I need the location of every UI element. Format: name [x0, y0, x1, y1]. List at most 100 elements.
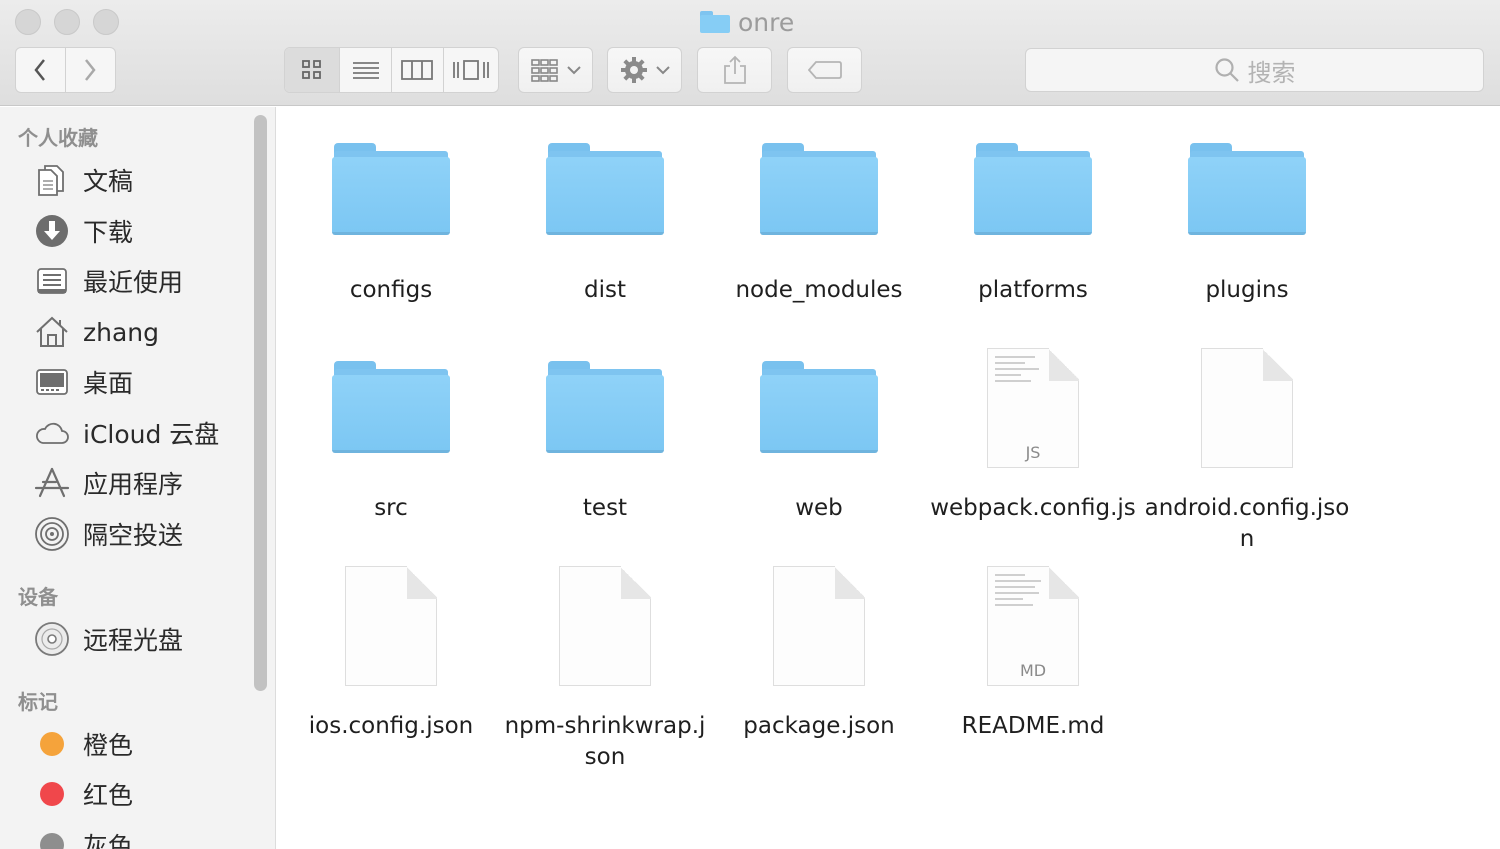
folder-icon: [760, 143, 878, 237]
sidebar-item-applications[interactable]: 应用程序: [33, 463, 183, 503]
search-placeholder: 搜索: [1247, 58, 1296, 87]
search-field[interactable]: 搜索: [1025, 48, 1484, 92]
window-title-text: onre: [738, 7, 795, 37]
file-name: platforms: [978, 277, 1088, 303]
documents-icon: [33, 161, 71, 199]
cloud-icon: [33, 414, 71, 452]
file-item[interactable]: npm-shrinkwrap.json: [498, 561, 712, 773]
favorites-heading: 个人收藏: [18, 126, 98, 150]
arrange-button[interactable]: [518, 47, 593, 93]
tags-heading: 标记: [18, 690, 58, 714]
file-item[interactable]: web: [712, 343, 926, 524]
sidebar-item-label: 文稿: [83, 167, 134, 196]
sidebar-item-label: 橙色: [83, 731, 134, 760]
file-item[interactable]: platforms: [926, 125, 1140, 306]
file-item[interactable]: test: [498, 343, 712, 524]
sidebar-tag-orange[interactable]: 橙色: [33, 724, 133, 764]
file-name: configs: [349, 277, 433, 303]
file-item[interactable]: ios.config.json: [284, 561, 498, 742]
file-name: webpack.config.js: [930, 495, 1136, 521]
file-name: web: [795, 495, 843, 521]
sidebar-item-icloud[interactable]: iCloud 云盘: [33, 413, 219, 453]
sidebar-item-label: 红色: [83, 781, 134, 810]
tag-icon: [807, 61, 842, 79]
icon-view-button[interactable]: [285, 48, 341, 92]
file-item[interactable]: plugins: [1140, 125, 1354, 306]
toolbar: onre 搜索: [0, 0, 1500, 106]
sidebar-tag-red[interactable]: 红色: [33, 774, 133, 814]
gear-icon: [620, 57, 647, 83]
sidebar-item-desktop[interactable]: 桌面: [33, 362, 133, 402]
file-item[interactable]: package.json: [712, 561, 926, 742]
sidebar-item-label: 最近使用: [83, 268, 184, 297]
sidebar-item-remote-disc[interactable]: 远程光盘: [33, 619, 183, 659]
zoom-window-button[interactable]: [93, 9, 119, 35]
sidebar-item-recents[interactable]: 最近使用: [33, 261, 183, 301]
sidebar-item-label: 灰色: [83, 832, 134, 849]
list-view-button[interactable]: [340, 48, 392, 92]
cover-flow-icon: [452, 60, 489, 80]
window-title: onre: [700, 4, 794, 40]
icon-view-icon: [302, 60, 322, 79]
file-name: ios.config.json: [308, 713, 474, 739]
file-name: package.json: [743, 713, 895, 739]
file-name: npm-shrinkwrap.json: [504, 713, 706, 770]
sidebar-item-label: 应用程序: [83, 470, 184, 499]
navigation-group: [15, 47, 116, 93]
file-item[interactable]: src: [284, 343, 498, 524]
file-item[interactable]: MD README.md: [926, 561, 1140, 742]
file-name: README.md: [961, 713, 1105, 739]
forward-button[interactable]: [66, 48, 116, 92]
file-item[interactable]: android.config.json: [1140, 343, 1354, 555]
sidebar-scrollbar[interactable]: [254, 115, 267, 691]
applications-icon: [33, 464, 71, 502]
sidebar-item-label: 隔空投送: [83, 521, 184, 550]
document-icon: [559, 566, 651, 686]
back-button[interactable]: [16, 48, 66, 92]
orange-tag-dot: [40, 732, 64, 756]
chevron-down-icon: [655, 66, 670, 75]
sidebar-item-label: 桌面: [83, 369, 134, 398]
markdown-file-icon: MD: [987, 566, 1079, 686]
sidebar-item-downloads[interactable]: 下载: [33, 211, 133, 251]
folder-icon: [1188, 143, 1306, 237]
devices-heading: 设备: [18, 585, 58, 609]
cover-flow-view-button[interactable]: [444, 48, 498, 92]
file-extension-label: MD: [1019, 661, 1047, 680]
airdrop-icon: [33, 515, 71, 553]
sidebar-item-label: 远程光盘: [83, 626, 184, 655]
file-item[interactable]: node_modules: [712, 125, 926, 306]
action-button[interactable]: [607, 47, 682, 93]
close-window-button[interactable]: [15, 9, 41, 35]
file-item[interactable]: JS webpack.config.js: [926, 343, 1140, 524]
download-icon: [33, 212, 71, 250]
folder-icon: [332, 143, 450, 237]
file-item[interactable]: configs: [284, 125, 498, 306]
file-grid: configs dist node_modules platforms plug…: [277, 107, 1500, 849]
view-mode-control: [284, 47, 499, 93]
folder-icon: [546, 361, 664, 455]
list-view-icon: [352, 62, 379, 79]
file-item[interactable]: dist: [498, 125, 712, 306]
sidebar-item-home[interactable]: zhang: [33, 312, 159, 352]
column-view-button[interactable]: [392, 48, 444, 92]
red-tag-dot: [40, 782, 64, 806]
folder-icon: [974, 143, 1092, 237]
sidebar-item-label: 下载: [83, 218, 134, 247]
home-icon: [33, 313, 71, 351]
document-icon: [345, 566, 437, 686]
minimize-window-button[interactable]: [54, 9, 80, 35]
folder-icon: [332, 361, 450, 455]
sidebar-tag-gray[interactable]: 灰色: [33, 825, 133, 849]
file-name: dist: [584, 277, 626, 303]
tag-button[interactable]: [787, 47, 862, 93]
sidebar-item-label: zhang: [83, 317, 160, 347]
folder-icon: [700, 11, 730, 33]
disc-icon: [33, 620, 71, 658]
share-button[interactable]: [697, 47, 772, 93]
folder-icon: [760, 361, 878, 455]
sidebar-item-documents[interactable]: 文稿: [33, 160, 133, 200]
sidebar-item-airdrop[interactable]: 隔空投送: [33, 514, 183, 554]
js-file-icon: JS: [987, 348, 1079, 468]
chevron-down-icon: [566, 66, 581, 75]
